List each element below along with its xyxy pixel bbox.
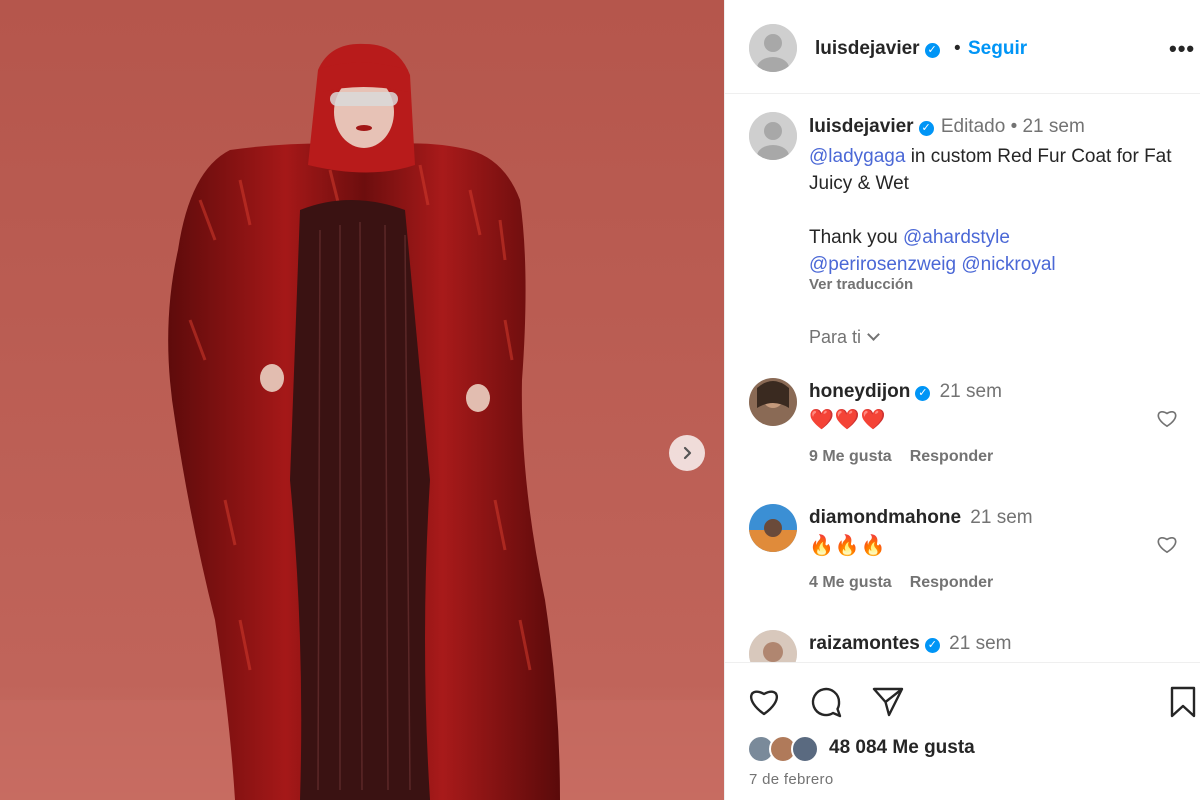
caption-author-username[interactable]: luisdejavier [809,116,914,137]
comment-item: raizamontes ✓ 21 sem [725,612,1200,662]
reply-button[interactable]: Responder [910,574,994,591]
post-footer: 48 084 Me gusta 7 de febrero [725,662,1200,800]
reply-button[interactable]: Responder [910,448,994,465]
photo-illustration [0,0,724,800]
comment-time: 21 sem [970,507,1033,528]
caption-meta: Editado • 21 sem [940,116,1085,137]
post-photo[interactable] [0,0,724,800]
verified-icon: ✓ [924,43,940,58]
heart-icon[interactable] [1156,408,1178,428]
heart-icon[interactable] [1156,534,1178,554]
comment-time: 21 sem [949,633,1012,654]
more-icon[interactable]: ••• [1169,36,1195,62]
verified-icon: ✓ [915,386,931,401]
author-username[interactable]: luisdejavier ✓ [815,38,940,60]
comment-text: 🔥🔥🔥 [809,535,887,557]
comment-item: diamondmahone 21 sem 🔥🔥🔥 4 Me gusta Respo… [725,486,1200,612]
verified-icon: ✓ [918,121,934,136]
caption-author-avatar[interactable] [749,112,797,160]
caption-thanks: Thank you [809,227,903,248]
next-photo-button[interactable] [669,435,705,471]
bookmark-icon[interactable] [1169,685,1197,719]
see-translation-link[interactable]: Ver traducción [809,276,913,293]
comment-likes[interactable]: 9 Me gusta [809,448,892,465]
caption-header: luisdejavier ✓ Editado • 21 sem [809,116,1085,138]
chevron-down-icon [867,328,880,341]
commenter-username[interactable]: raizamontes [809,633,920,654]
comment-time: 21 sem [939,381,1002,402]
liker-avatar [791,735,819,763]
comments-filter-dropdown[interactable]: Para ti [809,327,880,348]
share-icon[interactable] [871,685,905,719]
comment-likes[interactable]: 4 Me gusta [809,574,892,591]
likes-count[interactable]: 48 084 Me gusta [829,737,975,759]
verified-icon: ✓ [924,638,940,653]
commenter-username[interactable]: diamondmahone [809,507,961,528]
mention-ahardstyle[interactable]: @ahardstyle [903,227,1010,248]
author-avatar[interactable] [749,24,797,72]
mention-nickroyal[interactable]: @nickroyal [961,254,1055,275]
post-date: 7 de febrero [749,771,834,788]
filter-label: Para ti [809,327,862,347]
commenter-avatar[interactable] [749,378,797,426]
separator-dot: • [954,38,961,59]
mention-ladygaga[interactable]: @ladygaga [809,146,905,167]
mention-perirosenzweig[interactable]: @perirosenzweig [809,254,956,275]
commenter-avatar[interactable] [749,504,797,552]
comments-list: honeydijon ✓ 21 sem ❤️❤️❤️ 9 Me gusta Resp… [725,360,1200,662]
follow-button[interactable]: Seguir [968,38,1027,60]
commenter-username[interactable]: honeydijon [809,381,910,402]
comment-icon[interactable] [809,685,843,719]
post-side-panel: luisdejavier ✓ • Seguir ••• luisdejavier ✓… [724,0,1200,800]
chevron-right-icon [683,446,692,460]
caption-text: @ladygaga in custom Red Fur Coat for Fat… [809,143,1189,278]
comment-text: ❤️❤️❤️ [809,409,887,431]
commenter-avatar[interactable] [749,630,797,662]
comment-item: honeydijon ✓ 21 sem ❤️❤️❤️ 9 Me gusta Resp… [725,360,1200,486]
post-header: luisdejavier ✓ • Seguir ••• [725,0,1200,94]
heart-icon[interactable] [747,685,781,717]
